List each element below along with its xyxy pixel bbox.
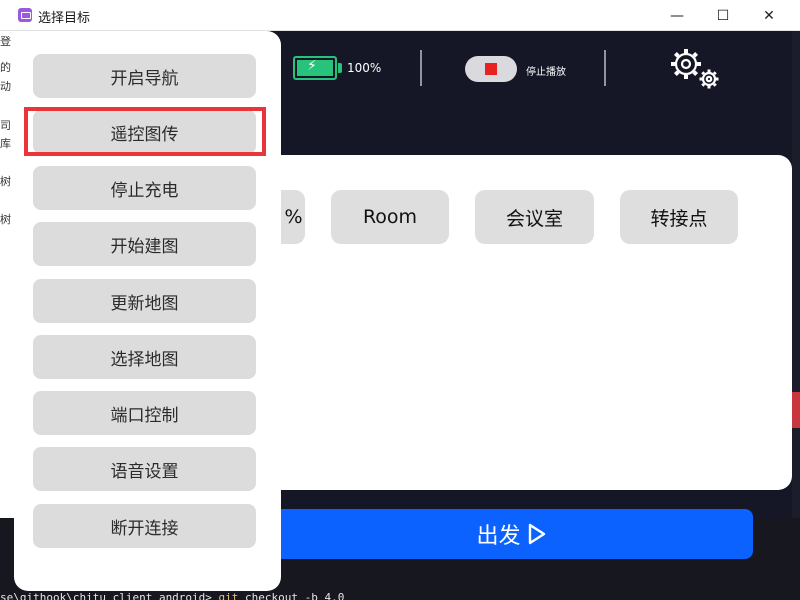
settings-gear-icon[interactable]: [669, 46, 723, 92]
maximize-icon: ☐: [716, 7, 730, 24]
charging-bolt-icon: ⚡: [307, 58, 317, 74]
selection-highlight-box: [24, 107, 266, 156]
stop-playback-label: 停止播放: [526, 67, 566, 78]
menu-item-label: 断开连接: [110, 518, 179, 539]
depart-button[interactable]: 出发: [270, 509, 753, 559]
menu-item-stop-charging[interactable]: 停止充电: [33, 166, 256, 210]
target-label: 会议室: [505, 207, 563, 230]
menu-item-select-map[interactable]: 选择地图: [33, 335, 256, 379]
close-button[interactable]: ✕: [746, 0, 792, 31]
battery-percent: 100%: [347, 61, 382, 75]
target-room[interactable]: Room: [331, 190, 449, 244]
target-meeting-room[interactable]: 会议室: [475, 190, 594, 244]
menu-item-start-navigation[interactable]: 开启导航: [33, 54, 256, 98]
menu-item-label: 端口控制: [110, 405, 179, 426]
target-label: Room: [362, 206, 418, 228]
menu-item-label: 选择地图: [110, 349, 179, 370]
battery-nub: [338, 63, 342, 73]
menu-item-label: 开始建图: [110, 236, 179, 257]
background-red-strip: [792, 392, 800, 428]
status-divider: [420, 50, 422, 86]
target-label: 转接点: [650, 207, 708, 230]
terminal-char: 动: [0, 80, 11, 93]
terminal-char: 树: [0, 175, 11, 188]
target-transfer-point[interactable]: 转接点: [620, 190, 738, 244]
menu-item-label: 停止充电: [110, 180, 179, 201]
terminal-char: 的: [0, 61, 11, 74]
menu-item-start-mapping[interactable]: 开始建图: [33, 222, 256, 266]
terminal-char: 登: [0, 35, 11, 48]
depart-label: 出发: [476, 524, 521, 549]
menu-item-port-control[interactable]: 端口控制: [33, 391, 256, 435]
menu-item-disconnect[interactable]: 断开连接: [33, 504, 256, 548]
menu-item-label: 更新地图: [110, 293, 179, 314]
terminal-char: 库: [0, 137, 11, 150]
menu-item-label: 语音设置: [110, 461, 179, 482]
status-divider: [604, 50, 606, 86]
window-title: 选择目标: [38, 11, 91, 26]
app-icon: [18, 8, 32, 22]
terminal-char: 司: [0, 119, 11, 132]
title-bar: 选择目标 — ☐ ✕: [0, 0, 800, 31]
menu-item-update-map[interactable]: 更新地图: [33, 279, 256, 323]
close-icon: ✕: [763, 7, 775, 24]
minimize-icon: —: [670, 7, 684, 24]
play-arrow-icon: [528, 523, 545, 545]
minimize-button[interactable]: —: [654, 0, 700, 31]
terminal-command-line: se\githook\chitu_client_android> git che…: [0, 591, 345, 600]
menu-item-label: 开启导航: [110, 68, 179, 89]
menu-item-voice-settings[interactable]: 语音设置: [33, 447, 256, 491]
terminal-char: 树: [0, 213, 11, 226]
target-label: %: [284, 206, 303, 228]
background-terminal-left: 登 的 动 司 库 树 树: [0, 31, 14, 600]
stop-icon: [485, 63, 497, 75]
maximize-button[interactable]: ☐: [700, 0, 746, 31]
